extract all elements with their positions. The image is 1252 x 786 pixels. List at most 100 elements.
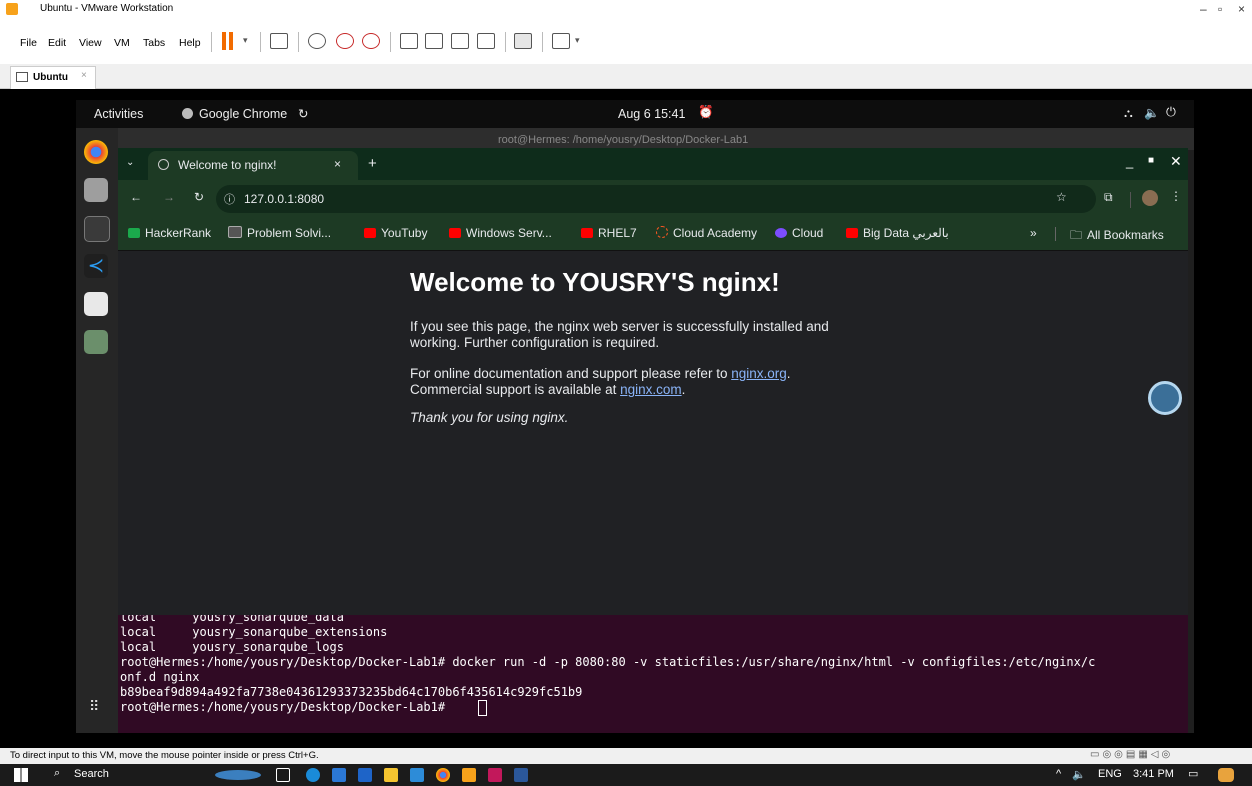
vmware-titlebar: Ubuntu - VMware Workstation – ▫ × — [0, 0, 1252, 21]
device-icons[interactable]: ▭◎◎▤▦◁◎ — [1090, 749, 1173, 760]
volume-icon[interactable]: 🔈 — [1144, 106, 1160, 121]
vscode-dock-icon[interactable]: ≺ — [84, 254, 108, 278]
avatar[interactable] — [1218, 768, 1234, 782]
menu-help[interactable]: Help — [179, 37, 201, 49]
bookmark-rhel7[interactable]: RHEL7 — [581, 226, 637, 240]
chrome-tab-title: Welcome to nginx! — [178, 158, 277, 172]
profile-avatar[interactable] — [1142, 190, 1158, 206]
word-icon[interactable] — [514, 768, 528, 782]
activities-button[interactable]: Activities — [94, 107, 143, 121]
tray-chevron-icon[interactable]: ^ — [1056, 768, 1061, 780]
minimize-icon[interactable]: _ — [1126, 154, 1133, 169]
chrome-taskbar-icon[interactable] — [436, 768, 450, 782]
outlook-icon[interactable] — [358, 768, 372, 782]
new-tab-icon[interactable]: + — [368, 155, 377, 172]
vmware-logo-icon — [6, 3, 18, 15]
bookmark-big-data[interactable]: Big Data بالعربي — [846, 226, 949, 240]
trash-dock-icon[interactable] — [84, 330, 108, 354]
speaker-icon[interactable]: 🔈 — [1072, 768, 1086, 781]
bookmark-star-icon[interactable]: ☆ — [1056, 190, 1067, 204]
menu-vm[interactable]: VM — [114, 37, 130, 49]
maximize-icon[interactable]: ▫ — [1218, 2, 1222, 16]
close-icon[interactable]: ✕ — [1170, 153, 1182, 170]
edge-icon[interactable] — [306, 768, 320, 782]
bookmark-problem-solving[interactable]: Problem Solvi... — [228, 226, 331, 240]
tab-ubuntu[interactable]: Ubuntu × — [10, 66, 96, 89]
terminal-titlebar[interactable]: root@Hermes: /home/yousry/Desktop/Docker… — [118, 128, 1194, 150]
site-info-icon[interactable]: ⓘ — [224, 191, 235, 207]
start-icon[interactable] — [14, 768, 28, 782]
bookmark-cloud[interactable]: Cloud — [775, 226, 823, 240]
more-menu-icon[interactable]: ⋮ — [1170, 189, 1182, 203]
thumbnail-icon[interactable] — [425, 33, 443, 49]
minimize-icon[interactable]: – — [1200, 2, 1207, 16]
reload-icon[interactable]: ↻ — [194, 190, 204, 204]
library-icon[interactable] — [400, 33, 418, 49]
address-bar[interactable]: ⓘ 127.0.0.1:8080 ☆ — [216, 185, 1096, 213]
file-explorer-icon[interactable] — [384, 768, 398, 782]
mail-icon[interactable] — [410, 768, 424, 782]
nginx-com-link[interactable]: nginx.com — [620, 382, 682, 397]
bookmark-hackerrank[interactable]: HackerRank — [128, 226, 211, 240]
stretch-icon[interactable] — [552, 33, 570, 49]
files-dock-icon[interactable] — [84, 178, 108, 202]
guest-screen[interactable]: Activities Google Chrome ↻ Aug 6 15:41 ⏰… — [76, 100, 1194, 733]
nginx-org-link[interactable]: nginx.org — [731, 366, 787, 381]
taskbar-search[interactable]: Search — [74, 768, 109, 780]
show-apps-icon[interactable]: ⠿ — [89, 698, 99, 715]
chrome-dock-icon[interactable] — [84, 140, 108, 164]
search-icon[interactable]: ⌕ — [54, 767, 60, 780]
snapshot-manager-icon[interactable] — [362, 33, 380, 49]
language-indicator[interactable]: ENG — [1098, 768, 1122, 780]
full-screen-icon[interactable] — [451, 33, 469, 49]
snapshot-icon[interactable] — [308, 33, 326, 49]
bookmark-windows-server[interactable]: Windows Serv... — [449, 226, 552, 240]
store-icon[interactable] — [332, 768, 346, 782]
weather-widget-icon[interactable] — [215, 770, 261, 780]
network-icon[interactable]: ⛬ — [1124, 106, 1133, 121]
app-icon[interactable] — [488, 768, 502, 782]
terminal-dock-icon[interactable] — [84, 216, 110, 242]
clock[interactable]: Aug 6 15:41 — [618, 107, 685, 121]
floating-extension-icon[interactable] — [1148, 381, 1182, 415]
unity-icon[interactable] — [477, 33, 495, 49]
menu-file[interactable]: File — [20, 37, 37, 49]
terminal-output[interactable]: local yousry_sonarqube_data local yousry… — [118, 610, 1188, 733]
bookmark-cloud-academy[interactable]: Cloud Academy — [656, 226, 757, 240]
chevron-down-icon[interactable]: ▾ — [243, 35, 248, 46]
bookmark-youtuby[interactable]: YouTuby — [364, 226, 427, 240]
close-icon[interactable]: × — [1238, 2, 1245, 16]
task-view-icon[interactable] — [276, 768, 290, 782]
terminal-line: onf.d nginx — [120, 670, 200, 684]
menu-tabs[interactable]: Tabs — [143, 37, 165, 49]
tab-search-icon[interactable]: ⌄ — [126, 157, 134, 168]
send-ctrl-alt-del-icon[interactable] — [270, 33, 288, 49]
back-icon[interactable]: ← — [130, 190, 142, 204]
console-view-icon[interactable] — [514, 33, 532, 49]
terminal-cursor — [478, 700, 487, 716]
chrome-tab[interactable]: Welcome to nginx! × — [148, 151, 358, 180]
forward-icon[interactable]: → — [163, 190, 175, 204]
terminal-line: b89beaf9d894a492fa7738e04361293373235bd6… — [120, 685, 583, 699]
terminal-line: local yousry_sonarqube_logs — [120, 640, 344, 654]
more-bookmarks-button[interactable]: » — [1030, 226, 1037, 240]
maximize-icon[interactable]: ■ — [1148, 155, 1154, 166]
menu-edit[interactable]: Edit — [48, 37, 66, 49]
tab-label: Ubuntu — [33, 72, 68, 83]
app-menu[interactable]: Google Chrome — [199, 107, 287, 121]
notification-icon[interactable]: ▭ — [1188, 767, 1198, 780]
revert-snapshot-icon[interactable] — [336, 33, 354, 49]
close-tab-icon[interactable]: × — [81, 70, 87, 81]
close-tab-icon[interactable]: × — [334, 157, 341, 171]
pause-icon[interactable] — [222, 32, 226, 50]
menu-view[interactable]: View — [79, 37, 102, 49]
bookmarks-bar: HackerRank Problem Solvi... YouTuby Wind… — [118, 218, 1188, 251]
all-bookmarks-button[interactable]: 🗀 All Bookmarks — [1070, 226, 1164, 247]
vmware-taskbar-icon[interactable] — [462, 768, 476, 782]
power-icon[interactable]: ⏻ — [1166, 105, 1176, 120]
text-editor-dock-icon[interactable] — [84, 292, 108, 316]
extensions-icon[interactable]: ⧉ — [1104, 190, 1113, 205]
taskbar-clock[interactable]: 3:41 PM — [1133, 768, 1174, 780]
chevron-down-icon[interactable]: ▾ — [575, 35, 580, 46]
loading-icon: ↻ — [298, 107, 309, 121]
